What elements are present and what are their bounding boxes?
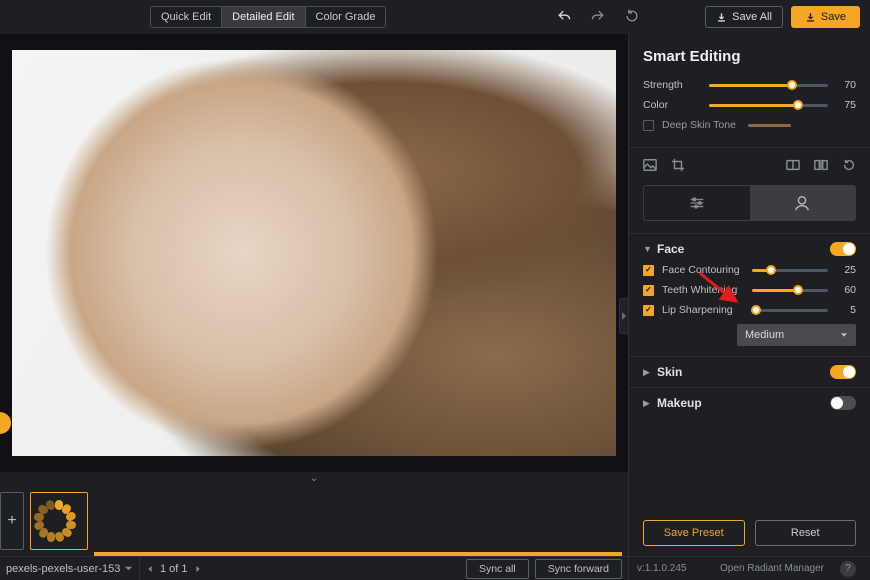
face-contouring-check[interactable] <box>643 265 654 276</box>
canvas-area: ⌄ + pexels-pexels-user-153 1 of 1 <box>0 34 628 580</box>
edit-mode-tabs: Quick Edit Detailed Edit Color Grade <box>150 6 386 28</box>
skin-header[interactable]: ▶ Skin <box>643 357 856 387</box>
tab-detailed-edit[interactable]: Detailed Edit <box>221 7 304 27</box>
reset-history-icon[interactable] <box>624 8 640 27</box>
chevron-down-icon: ▼ <box>643 244 651 254</box>
split-icon[interactable] <box>814 158 828 175</box>
teeth-whitening-label: Teeth Whitening <box>662 284 744 296</box>
top-bar: Quick Edit Detailed Edit Color Grade Sav… <box>0 0 870 34</box>
page-indicator: 1 of 1 <box>160 563 188 575</box>
face-icon <box>793 194 811 212</box>
filmstrip: + <box>0 486 628 556</box>
filmstrip-track <box>94 498 622 556</box>
help-icon[interactable]: ? <box>840 561 856 577</box>
right-panel: Smart Editing Strength 70 Color 75 Deep … <box>628 34 870 580</box>
save-preset-button[interactable]: Save Preset <box>643 520 745 546</box>
crop-icon[interactable] <box>671 158 685 175</box>
face-section: ▼ Face Face Contouring 25 Teeth Whitenin… <box>629 233 870 356</box>
redo-icon[interactable] <box>590 8 606 27</box>
compare-icon[interactable] <box>786 158 800 175</box>
color-label: Color <box>643 99 701 111</box>
strength-slider[interactable] <box>709 79 828 91</box>
deep-skin-checkbox[interactable] <box>643 120 654 131</box>
deep-skin-label: Deep Skin Tone <box>662 119 740 131</box>
image-icon[interactable] <box>643 158 657 175</box>
canvas-tool-icons <box>643 156 856 185</box>
face-preset-dropdown[interactable]: Medium <box>737 324 856 346</box>
sync-forward-button[interactable]: Sync forward <box>535 559 622 579</box>
face-contouring-slider[interactable] <box>752 264 828 276</box>
deep-skin-row: Deep Skin Tone <box>643 119 856 131</box>
sync-all-button[interactable]: Sync all <box>466 559 529 579</box>
strength-value: 70 <box>836 79 856 91</box>
strength-label: Strength <box>643 79 701 91</box>
thumbnail-loading[interactable] <box>30 492 88 550</box>
face-toggle[interactable] <box>830 242 856 256</box>
makeup-header[interactable]: ▶ Makeup <box>643 388 856 418</box>
strength-row: Strength 70 <box>643 79 856 91</box>
tab-quick-edit[interactable]: Quick Edit <box>151 7 221 27</box>
open-manager-link[interactable]: Open Radiant Manager <box>720 563 824 574</box>
add-image-button[interactable]: + <box>0 492 24 550</box>
filename-dropdown[interactable]: pexels-pexels-user-153 <box>0 557 140 580</box>
history-buttons <box>556 8 640 27</box>
lip-sharpening-label: Lip Sharpening <box>662 304 744 316</box>
makeup-section: ▶ Makeup <box>629 387 870 418</box>
edit-scope-tabs <box>643 185 856 221</box>
photo-preview <box>12 50 616 456</box>
chevron-right-icon: ▶ <box>643 398 651 409</box>
version-label: v:1.1.0.245 <box>637 563 686 574</box>
skin-toggle[interactable] <box>830 365 856 379</box>
save-all-button[interactable]: Save All <box>705 6 783 28</box>
tab-color-grade[interactable]: Color Grade <box>305 7 386 27</box>
right-footer: v:1.1.0.245 Open Radiant Manager ? <box>629 556 870 580</box>
makeup-toggle[interactable] <box>830 396 856 410</box>
download-icon <box>805 12 816 23</box>
lip-sharpening-check[interactable] <box>643 305 654 316</box>
color-slider[interactable] <box>709 99 828 111</box>
face-header[interactable]: ▼ Face <box>643 234 856 264</box>
prev-icon[interactable] <box>146 565 154 573</box>
undo-icon[interactable] <box>556 8 572 27</box>
download-icon <box>716 12 727 23</box>
chevron-down-icon <box>840 331 848 339</box>
deep-skin-slider[interactable] <box>748 119 856 131</box>
panel-collapse-handle[interactable] <box>619 298 629 334</box>
teeth-whitening-check[interactable] <box>643 285 654 296</box>
tab-portrait[interactable] <box>750 186 856 220</box>
filmstrip-chevron[interactable]: ⌄ <box>0 472 628 486</box>
chevron-down-icon <box>124 564 133 573</box>
sliders-icon <box>688 194 706 212</box>
reset-button[interactable]: Reset <box>755 520 857 546</box>
color-row: Color 75 <box>643 99 856 111</box>
pager: 1 of 1 <box>140 563 208 575</box>
chevron-right-icon: ▶ <box>643 367 651 378</box>
refresh-icon[interactable] <box>842 158 856 175</box>
skin-section: ▶ Skin <box>629 356 870 387</box>
spinner-icon <box>38 500 80 542</box>
lip-sharpening-slider[interactable] <box>752 304 828 316</box>
face-contouring-label: Face Contouring <box>662 264 744 276</box>
image-canvas[interactable] <box>0 34 628 472</box>
next-icon[interactable] <box>194 565 202 573</box>
panel-title: Smart Editing <box>643 48 856 65</box>
save-button[interactable]: Save <box>791 6 860 28</box>
tab-adjustments[interactable] <box>644 186 750 220</box>
color-value: 75 <box>836 99 856 111</box>
teeth-whitening-slider[interactable] <box>752 284 828 296</box>
left-footer: pexels-pexels-user-153 1 of 1 Sync all S… <box>0 556 628 580</box>
